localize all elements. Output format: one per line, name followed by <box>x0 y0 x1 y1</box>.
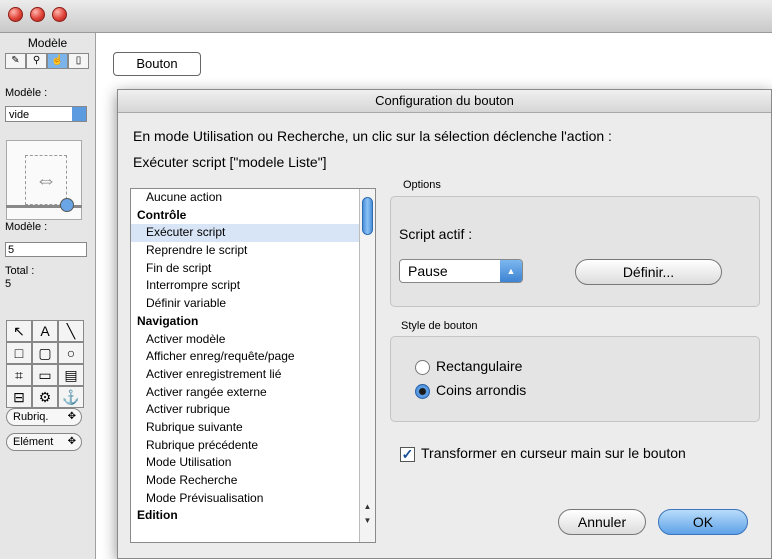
minimize-window-icon[interactable] <box>30 7 45 22</box>
radio-rounded[interactable] <box>415 384 430 399</box>
dialog-instruction: En mode Utilisation ou Recherche, un cli… <box>133 128 612 144</box>
options-group-label: Options <box>403 179 441 191</box>
button-style-group-label: Style de bouton <box>401 320 478 332</box>
action-list-item[interactable]: Fin de script <box>131 260 375 278</box>
text-tool-icon[interactable]: A <box>32 320 58 342</box>
drawing-tools: ↖ A ╲ □ ▢ ○ ⌗ ▭ ▤ ⊟ ⚙ ⚓ <box>6 320 84 408</box>
scroll-down-icon[interactable]: ▼ <box>360 514 375 528</box>
scroll-up-icon[interactable]: ▲ <box>360 500 375 514</box>
action-list-item[interactable]: Mode Utilisation <box>131 454 375 472</box>
tab-tool-icon[interactable]: ▤ <box>58 364 84 386</box>
current-action-summary: Exécuter script ["modele Liste"] <box>133 154 327 170</box>
action-list-item[interactable]: Reprendre le script <box>131 242 375 260</box>
action-list-item[interactable]: Aucune action <box>131 189 375 207</box>
pencil-icon[interactable]: ✎ <box>5 53 26 69</box>
action-list-items: Aucune action Contrôle Exécuter script Repr… <box>131 189 375 525</box>
action-list[interactable]: Aucune action Contrôle Exécuter script Repr… <box>130 188 376 543</box>
action-list-item[interactable]: Activer rangée externe <box>131 384 375 402</box>
radio-rectangular-label: Rectangulaire <box>436 358 523 374</box>
radio-rounded-label: Coins arrondis <box>436 382 527 398</box>
updown-arrows-icon: ▲ <box>500 260 522 282</box>
action-list-item[interactable]: Interrompre script <box>131 277 375 295</box>
layout-button-object[interactable]: Bouton <box>113 52 201 76</box>
button-tool-icon[interactable]: ▭ <box>32 364 58 386</box>
zoom-window-icon[interactable] <box>52 7 67 22</box>
field-drag-button[interactable]: Rubriq. ✥ <box>6 408 82 426</box>
book-pages-icon: ⇔ <box>25 155 67 205</box>
rectangle-tool-icon[interactable]: □ <box>6 342 32 364</box>
element-drag-button[interactable]: Elément ✥ <box>6 433 82 451</box>
model-select[interactable]: vide <box>5 106 87 122</box>
portal-tool-icon[interactable]: ⊟ <box>6 386 32 408</box>
layout-tool-palette: Modèle ✎ ⚲ ☝ ▯ Modèle : vide ⇔ Modèle : … <box>0 33 96 559</box>
action-list-item[interactable]: Rubrique précédente <box>131 437 375 455</box>
active-script-value: Pause <box>408 263 448 279</box>
format-painter-tool-icon[interactable]: ⚓ <box>58 386 84 408</box>
drag-cross-icon: ✥ <box>67 436 76 447</box>
web-viewer-tool-icon[interactable]: ⚙ <box>32 386 58 408</box>
action-list-item[interactable]: Activer modèle <box>131 331 375 349</box>
action-list-item[interactable]: Définir variable <box>131 295 375 313</box>
rounded-rect-tool-icon[interactable]: ▢ <box>32 342 58 364</box>
record-slider-handle[interactable] <box>60 198 74 212</box>
oval-tool-icon[interactable]: ○ <box>58 342 84 364</box>
field-drag-label: Rubriq. <box>13 411 49 423</box>
cancel-button[interactable]: Annuler <box>558 509 646 535</box>
active-script-select[interactable]: Pause ▲ <box>399 259 523 283</box>
model-number-field[interactable]: 5 <box>5 242 87 257</box>
model-select-value: vide <box>9 109 30 121</box>
close-window-icon[interactable] <box>8 7 23 22</box>
model-label: Modèle : <box>5 87 48 99</box>
action-category-header: Navigation <box>137 313 199 328</box>
action-category-header: Contrôle <box>137 207 187 222</box>
mode-switcher: ✎ ⚲ ☝ ▯ <box>5 53 89 69</box>
arrow-tool-icon[interactable]: ↖ <box>6 320 32 342</box>
action-list-scrollbar[interactable]: ▲ ▼ <box>359 189 375 542</box>
dialog-title: Configuration du bouton <box>118 90 771 113</box>
field-tool-icon[interactable]: ⌗ <box>6 364 32 386</box>
hand-cursor-label: Transformer en curseur main sur le bouto… <box>421 445 686 461</box>
model-number-label: Modèle : <box>5 221 48 233</box>
total-value: 5 <box>5 278 12 290</box>
action-list-item[interactable]: Mode Prévisualisation <box>131 490 375 508</box>
action-list-item[interactable]: Activer enregistrement lié <box>131 366 375 384</box>
magnifier-icon[interactable]: ⚲ <box>26 53 47 69</box>
hand-cursor-checkbox[interactable]: ✓ <box>400 447 415 462</box>
palette-title: Modèle <box>27 36 68 50</box>
define-button[interactable]: Définir... <box>575 259 722 285</box>
button-style-group <box>390 336 760 422</box>
action-list-item[interactable]: Exécuter script <box>131 224 375 243</box>
chevron-right-icon <box>72 107 86 121</box>
action-list-item[interactable]: Mode Recherche <box>131 472 375 490</box>
radio-rectangular[interactable] <box>415 360 430 375</box>
element-drag-label: Elément <box>13 436 54 448</box>
action-list-item[interactable]: Rubrique suivante <box>131 419 375 437</box>
action-list-item[interactable]: Activer rubrique <box>131 401 375 419</box>
total-label: Total : <box>5 265 35 277</box>
page-icon[interactable]: ▯ <box>68 53 89 69</box>
pointer-hand-icon[interactable]: ☝ <box>47 53 68 69</box>
action-list-item[interactable]: Afficher enreg/requête/page <box>131 348 375 366</box>
line-tool-icon[interactable]: ╲ <box>58 320 84 342</box>
ok-button[interactable]: OK <box>658 509 748 535</box>
drag-cross-icon: ✥ <box>67 411 76 422</box>
action-category-header: Edition <box>137 508 178 523</box>
window-titlebar <box>0 0 772 33</box>
options-group <box>390 196 760 307</box>
scrollbar-thumb[interactable] <box>362 197 373 235</box>
button-setup-dialog: Configuration du bouton En mode Utilisat… <box>117 89 772 559</box>
active-script-label: Script actif : <box>399 226 473 242</box>
